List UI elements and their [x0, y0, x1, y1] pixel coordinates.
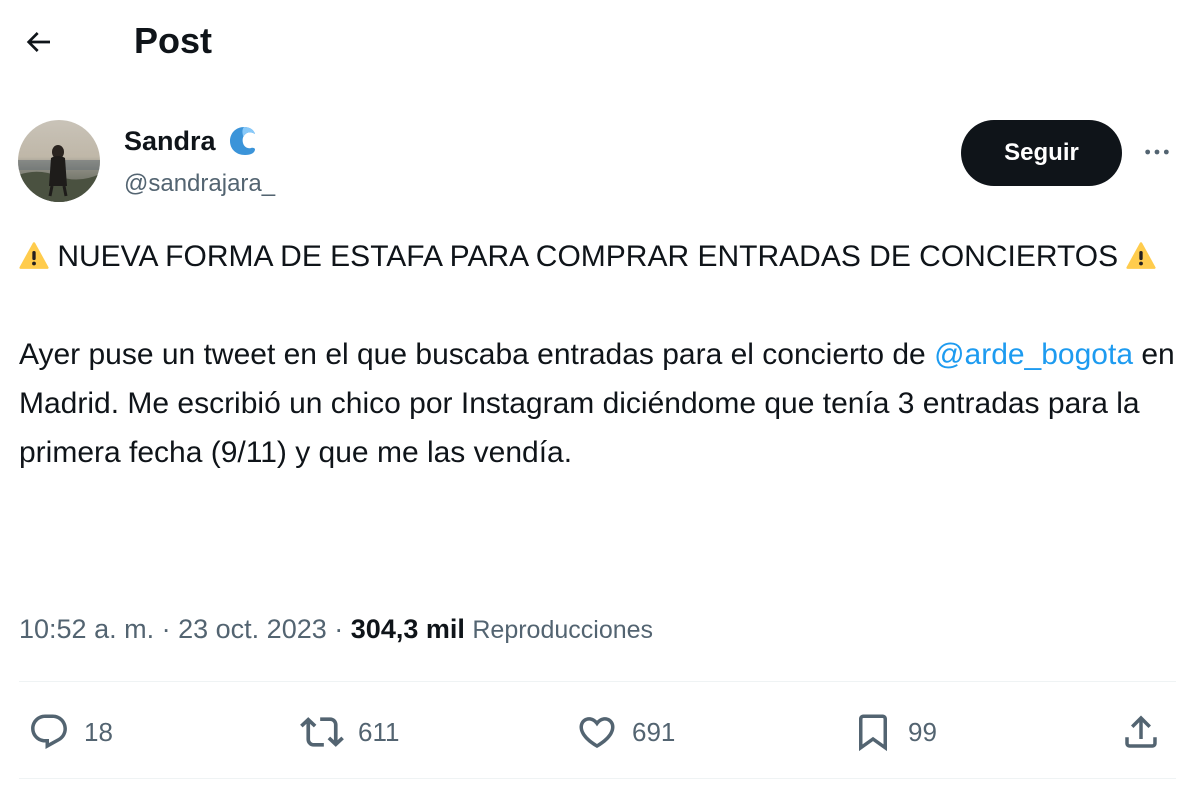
post-body-paragraph: Ayer puse un tweet en el que buscaba ent…	[19, 330, 1179, 477]
warning-emoji-icon	[1126, 242, 1157, 269]
back-button[interactable]	[14, 18, 62, 66]
mention-link[interactable]: @arde_bogota	[934, 338, 1133, 371]
follow-button[interactable]: Seguir	[961, 120, 1122, 186]
more-options-button[interactable]	[1135, 130, 1179, 174]
bookmark-button[interactable]: 99	[852, 700, 937, 764]
reply-count: 18	[84, 716, 113, 747]
post-text: NUEVA FORMA DE ESTAFA PARA COMPRAR ENTRA…	[19, 232, 1179, 477]
repost-icon	[300, 717, 344, 747]
reply-button[interactable]: 18	[28, 700, 113, 764]
post-time[interactable]: 10:52 a. m.	[19, 614, 154, 644]
repost-button[interactable]: 611	[300, 700, 399, 764]
post-meta: 10:52 a. m. · 23 oct. 2023 · 304,3 mil R…	[19, 609, 653, 650]
wave-emoji-icon	[229, 127, 255, 155]
post-headline-paragraph: NUEVA FORMA DE ESTAFA PARA COMPRAR ENTRA…	[19, 232, 1179, 281]
avatar[interactable]	[18, 120, 100, 202]
post-headline: NUEVA FORMA DE ESTAFA PARA COMPRAR ENTRA…	[57, 240, 1119, 273]
like-count: 691	[632, 716, 676, 747]
post-date[interactable]: 23 oct. 2023	[178, 614, 327, 644]
arrow-left-icon	[26, 32, 50, 52]
more-horizontal-icon	[1145, 149, 1169, 155]
heart-icon	[579, 717, 615, 749]
share-icon	[1125, 715, 1157, 748]
author-name[interactable]: Sandra	[124, 124, 216, 158]
repost-count: 611	[358, 716, 400, 747]
header-bar: Post	[0, 0, 1200, 86]
warning-emoji-icon	[19, 242, 49, 269]
views-label: Reproducciones	[472, 616, 654, 644]
like-button[interactable]: 691	[576, 700, 675, 764]
reply-icon	[31, 714, 67, 749]
meta-separator: ·	[161, 614, 171, 644]
share-button[interactable]	[1120, 700, 1162, 764]
views-count[interactable]: 304,3 mil	[351, 614, 465, 644]
author-name-group[interactable]: Sandra	[124, 123, 261, 159]
avatar-image	[18, 120, 100, 202]
divider	[19, 681, 1176, 682]
action-bar: 18 611 691 99	[0, 700, 1200, 764]
post-body-start: Ayer puse un tweet en el que buscaba ent…	[19, 338, 935, 371]
page-title: Post	[134, 20, 213, 61]
bookmark-count: 99	[908, 716, 937, 747]
author-handle[interactable]: @sandrajara_	[124, 169, 275, 199]
divider	[19, 778, 1176, 779]
bookmark-icon	[859, 714, 887, 752]
author-row: Sandra @sandrajara_ Seguir	[0, 115, 1200, 210]
meta-separator: ·	[334, 614, 344, 644]
